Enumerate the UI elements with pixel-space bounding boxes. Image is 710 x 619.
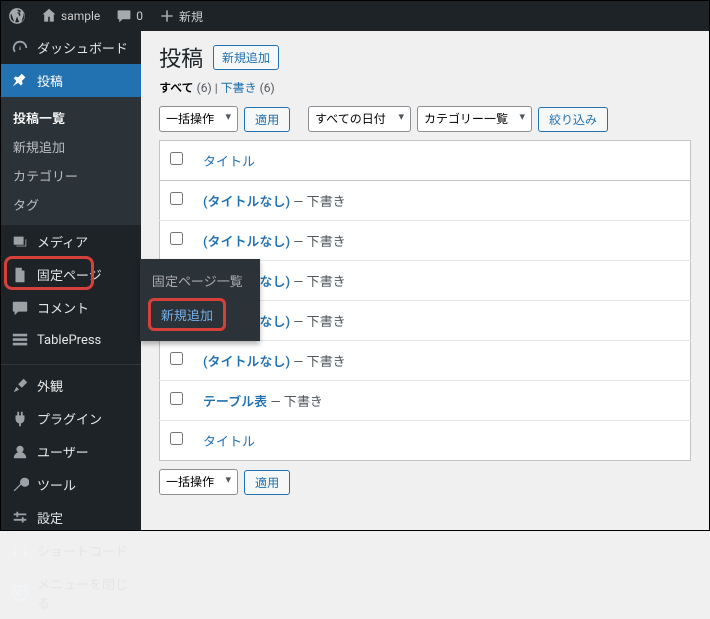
menu-pages[interactable]: 固定ページ xyxy=(1,258,141,291)
select-all-checkbox-bottom[interactable] xyxy=(170,432,183,445)
home-icon xyxy=(41,8,57,24)
bulk-action-select-bottom[interactable]: 一括操作 xyxy=(159,469,238,495)
brackets-icon xyxy=(11,542,29,560)
menu-separator xyxy=(1,360,141,365)
menu-media-label: メディア xyxy=(37,232,88,251)
view-all[interactable]: すべて xyxy=(159,81,194,95)
site-name[interactable]: sample xyxy=(33,1,108,31)
apply-button-bottom[interactable]: 適用 xyxy=(244,470,290,495)
comments-count: 0 xyxy=(136,9,143,23)
menu-plugins-label: プラグイン xyxy=(37,409,102,428)
page-icon xyxy=(11,266,29,284)
menu-comments[interactable]: コメント xyxy=(1,291,141,324)
comment-icon xyxy=(116,8,132,24)
row-state: — 下書き xyxy=(267,395,323,410)
flyout-highlight: 新規追加 xyxy=(148,298,226,331)
date-filter-select[interactable]: すべての日付 xyxy=(308,106,411,132)
flyout-pages-add[interactable]: 新規追加 xyxy=(161,309,213,324)
wordpress-icon xyxy=(9,8,25,24)
row-state: — 下書き xyxy=(290,195,346,210)
row-checkbox[interactable] xyxy=(170,352,183,365)
menu-comments-label: コメント xyxy=(37,298,89,317)
filter-button[interactable]: 絞り込み xyxy=(538,107,608,132)
menu-plugins[interactable]: プラグイン xyxy=(1,402,141,435)
plug-icon xyxy=(11,410,29,428)
menu-posts-label: 投稿 xyxy=(37,71,63,90)
wrench-icon xyxy=(11,476,29,494)
menu-tablepress-label: TablePress xyxy=(37,333,101,348)
collapse-icon xyxy=(11,584,29,602)
row-state: — 下書き xyxy=(290,355,346,370)
row-state: — 下書き xyxy=(290,275,346,290)
add-new-button[interactable]: 新規追加 xyxy=(213,45,279,70)
brush-icon xyxy=(11,377,29,395)
plus-icon xyxy=(159,8,175,24)
table-row: (タイトルなし) — 下書き xyxy=(160,181,691,221)
submenu-posts-list[interactable]: 投稿一覧 xyxy=(1,103,141,132)
submenu-posts: 投稿一覧 新規追加 カテゴリー タグ xyxy=(1,97,141,225)
admin-bar: sample 0 新規 xyxy=(1,1,709,31)
menu-shortcode[interactable]: ショートコード xyxy=(1,534,141,567)
row-checkbox[interactable] xyxy=(170,232,183,245)
views: すべて (6) | 下書き (6) xyxy=(159,79,691,96)
menu-users-label: ユーザー xyxy=(37,442,89,461)
menu-tablepress[interactable]: TablePress xyxy=(1,324,141,356)
menu-users[interactable]: ユーザー xyxy=(1,435,141,468)
table-row: (タイトルなし) — 下書き xyxy=(160,341,691,381)
menu-appearance-label: 外観 xyxy=(37,376,63,395)
menu-settings-label: 設定 xyxy=(37,508,63,527)
user-icon xyxy=(11,443,29,461)
new-content[interactable]: 新規 xyxy=(151,1,211,31)
comments-icon xyxy=(11,299,29,317)
page-title: 投稿 xyxy=(159,41,203,73)
flyout-pages: 固定ページ一覧 新規追加 xyxy=(140,259,260,341)
col-title-foot[interactable]: タイトル xyxy=(193,421,691,461)
row-checkbox[interactable] xyxy=(170,192,183,205)
submenu-posts-cat[interactable]: カテゴリー xyxy=(1,161,141,190)
col-title[interactable]: タイトル xyxy=(193,141,691,181)
new-content-label: 新規 xyxy=(179,8,203,25)
table-row: (タイトルなし) — 下書き xyxy=(160,221,691,261)
submenu-posts-add[interactable]: 新規追加 xyxy=(1,132,141,161)
view-draft[interactable]: 下書き xyxy=(221,81,257,95)
menu-media[interactable]: メディア xyxy=(1,225,141,258)
admin-sidebar: ダッシュボード 投稿 投稿一覧 新規追加 カテゴリー タグ メディア 固定ページ… xyxy=(1,31,141,530)
row-title-link[interactable]: (タイトルなし) xyxy=(203,235,290,250)
row-title-link[interactable]: テーブル表 xyxy=(203,395,267,410)
row-title-link[interactable]: (タイトルなし) xyxy=(203,355,290,370)
apply-button[interactable]: 適用 xyxy=(244,107,290,132)
pin-icon xyxy=(11,72,29,90)
row-title-link[interactable]: (タイトルなし) xyxy=(203,195,290,210)
media-icon xyxy=(11,233,29,251)
menu-appearance[interactable]: 外観 xyxy=(1,369,141,402)
select-all-checkbox[interactable] xyxy=(170,152,183,165)
submenu-posts-tag[interactable]: タグ xyxy=(1,190,141,219)
menu-tools-label: ツール xyxy=(37,475,76,494)
sliders-icon xyxy=(11,509,29,527)
dashboard-icon xyxy=(11,39,29,57)
menu-collapse[interactable]: メニューを閉じる xyxy=(1,567,141,619)
menu-settings[interactable]: 設定 xyxy=(1,501,141,534)
category-filter-select[interactable]: カテゴリー一覧 xyxy=(417,106,532,132)
flyout-pages-list[interactable]: 固定ページ一覧 xyxy=(140,267,260,296)
row-checkbox[interactable] xyxy=(170,392,183,405)
row-state: — 下書き xyxy=(290,235,346,250)
site-name-text: sample xyxy=(61,9,100,23)
menu-posts[interactable]: 投稿 xyxy=(1,64,141,97)
table-row: テーブル表 — 下書き xyxy=(160,381,691,421)
menu-collapse-label: メニューを閉じる xyxy=(37,574,133,612)
comments-link[interactable]: 0 xyxy=(108,1,151,31)
row-state: — 下書き xyxy=(290,315,346,330)
menu-pages-label: 固定ページ xyxy=(37,265,102,284)
menu-tools[interactable]: ツール xyxy=(1,468,141,501)
wp-logo[interactable] xyxy=(1,1,33,31)
view-all-count: (6) xyxy=(197,81,212,95)
menu-dashboard[interactable]: ダッシュボード xyxy=(1,31,141,64)
menu-dashboard-label: ダッシュボード xyxy=(37,38,128,57)
menu-shortcode-label: ショートコード xyxy=(37,541,128,560)
view-draft-count: (6) xyxy=(260,81,275,95)
bulk-action-select[interactable]: 一括操作 xyxy=(159,106,238,132)
table-icon xyxy=(11,331,29,349)
